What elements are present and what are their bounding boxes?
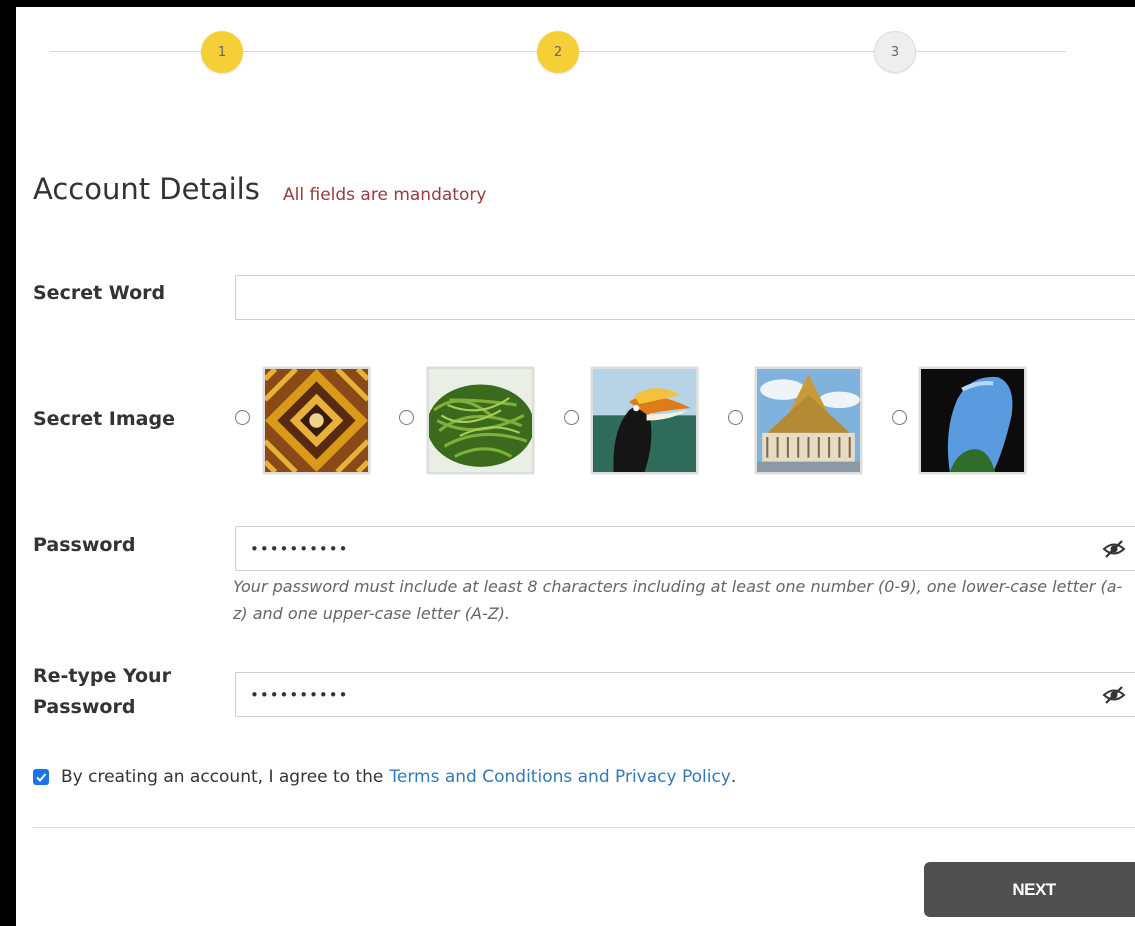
retype-password-input[interactable] xyxy=(236,673,1135,716)
secret-word-field xyxy=(235,275,1135,320)
page-title: Account Details xyxy=(33,172,260,206)
secret-image-radio-2[interactable] xyxy=(399,410,414,425)
step-2-label: 2 xyxy=(553,44,563,60)
secret-word-input[interactable] xyxy=(236,276,1135,319)
window-frame-left xyxy=(0,0,16,926)
divider xyxy=(33,827,1135,828)
golden-roof-building-image[interactable] xyxy=(755,367,862,474)
password-field xyxy=(235,526,1135,571)
step-1: 1 xyxy=(201,31,243,73)
agreement-period: . xyxy=(730,767,737,787)
secret-image-radio-5[interactable] xyxy=(892,410,907,425)
secret-image-radio-1[interactable] xyxy=(235,410,250,425)
terms-link[interactable]: Terms and Conditions and Privacy Policy xyxy=(389,767,730,787)
eye-slash-icon[interactable] xyxy=(1102,539,1126,559)
secret-image-radio-4[interactable] xyxy=(728,410,743,425)
agreement-checkbox[interactable] xyxy=(33,769,49,785)
secret-image-label: Secret Image xyxy=(33,408,175,430)
eye-slash-icon[interactable] xyxy=(1102,685,1126,705)
step-3: 3 xyxy=(874,31,916,73)
password-label: Password xyxy=(33,534,136,556)
cave-opening-image[interactable] xyxy=(919,367,1026,474)
tribal-pattern-image[interactable] xyxy=(263,367,370,474)
secret-image-radio-3[interactable] xyxy=(564,410,579,425)
step-1-label: 1 xyxy=(217,44,227,60)
retype-password-field xyxy=(235,672,1135,717)
window-frame-top xyxy=(0,0,1135,7)
password-input[interactable] xyxy=(236,527,1135,570)
secret-word-label: Secret Word xyxy=(33,282,166,304)
checkmark-icon xyxy=(36,773,47,782)
agreement-row: By creating an account, I agree to the T… xyxy=(33,767,736,787)
password-hint: Your password must include at least 8 ch… xyxy=(233,577,1123,623)
retype-password-label-line2: Password xyxy=(33,696,136,718)
agreement-text: By creating an account, I agree to the xyxy=(61,767,384,787)
mandatory-note: All fields are mandatory xyxy=(283,185,487,205)
green-vegetables-image[interactable] xyxy=(427,367,534,474)
step-3-label: 3 xyxy=(890,44,900,60)
step-2: 2 xyxy=(537,31,579,73)
hornbill-bird-image[interactable] xyxy=(591,367,698,474)
retype-password-label-line1: Re-type Your xyxy=(33,665,171,687)
next-button[interactable]: NEXT xyxy=(924,862,1135,917)
